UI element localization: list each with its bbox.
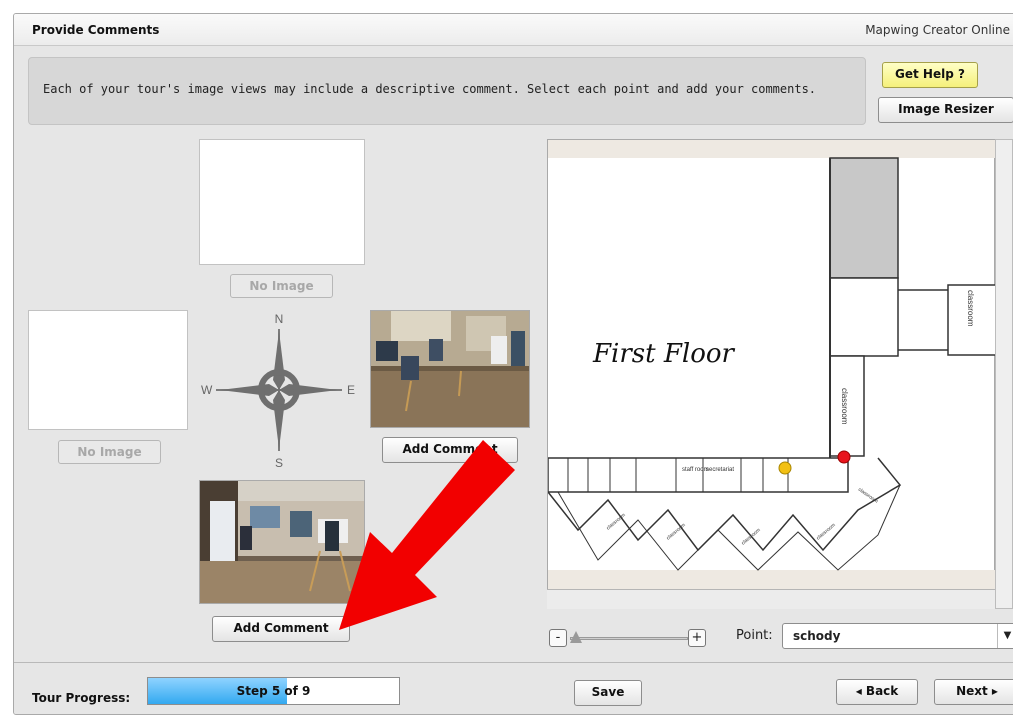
next-label: Next <box>956 684 988 698</box>
floor-plan-map[interactable]: First Floor classroom classroom staff ro… <box>547 139 997 609</box>
south-photo-image <box>200 481 364 603</box>
north-image-slot[interactable] <box>199 139 365 265</box>
compass-e-label: E <box>347 383 355 397</box>
map-horizontal-scrollbar[interactable] <box>547 589 995 609</box>
chevron-down-icon: ▼ <box>997 624 1013 648</box>
save-button[interactable]: Save <box>574 680 642 706</box>
app-name: Mapwing Creator Online <box>865 23 1010 37</box>
zoom-slider-handle[interactable] <box>569 631 582 643</box>
room-label: staff room <box>682 467 709 473</box>
floor-title: First Floor <box>592 339 736 369</box>
east-photo-image <box>371 311 529 427</box>
south-photo[interactable] <box>199 480 365 604</box>
zoom-slider-track[interactable] <box>570 637 688 640</box>
back-button[interactable]: ◂ Back <box>836 679 918 705</box>
compass-s-label: S <box>275 456 283 469</box>
room-label: classroom <box>840 388 849 425</box>
back-label: Back <box>865 684 899 698</box>
info-box: Each of your tour's image views may incl… <box>28 57 866 125</box>
east-photo[interactable] <box>370 310 530 428</box>
east-add-comment-button[interactable]: Add Comment <box>382 437 518 463</box>
tour-progress-label: Tour Progress: <box>32 691 131 705</box>
selected-point-marker[interactable] <box>837 450 851 464</box>
south-add-comment-button[interactable]: Add Comment <box>212 616 350 642</box>
instructions-text: Each of your tour's image views may incl… <box>43 82 817 96</box>
get-help-button[interactable]: Get Help ? <box>882 62 978 88</box>
back-arrow-icon: ◂ <box>855 684 866 698</box>
point-label: Point: <box>736 628 773 643</box>
image-resizer-button[interactable]: Image Resizer <box>878 97 1013 123</box>
west-no-image-button: No Image <box>58 440 161 464</box>
compass-n-label: N <box>275 312 284 326</box>
zoom-out-button[interactable]: - <box>549 629 567 647</box>
tour-progress-bar: Step 5 of 9 <box>147 677 400 705</box>
provide-comments-panel: Provide Comments Mapwing Creator Online … <box>13 13 1013 715</box>
zoom-in-button[interactable]: + <box>688 629 706 647</box>
point-marker[interactable] <box>778 461 792 475</box>
page-title: Provide Comments <box>32 23 160 37</box>
next-button[interactable]: Next ▸ <box>934 679 1013 705</box>
room-label: classroom <box>857 487 879 505</box>
point-select-value: schody <box>793 629 841 643</box>
floor-plan-drawing: First Floor classroom classroom staff ro… <box>547 140 997 590</box>
room-label: classroom <box>740 527 761 546</box>
west-image-slot[interactable] <box>28 310 188 430</box>
north-no-image-button: No Image <box>230 274 333 298</box>
compass-w-label: W <box>201 383 213 397</box>
compass-rose: N S E W <box>201 312 355 469</box>
compass-icon <box>216 329 342 451</box>
point-select[interactable]: schody ▼ <box>782 623 1013 649</box>
room-label: classroom <box>966 290 975 327</box>
progress-text: Step 5 of 9 <box>236 684 311 698</box>
title-bar: Provide Comments Mapwing Creator Online <box>14 14 1013 46</box>
map-vertical-scrollbar[interactable] <box>995 139 1013 609</box>
room-label: secretariat <box>706 467 734 473</box>
next-arrow-icon: ▸ <box>987 684 998 698</box>
